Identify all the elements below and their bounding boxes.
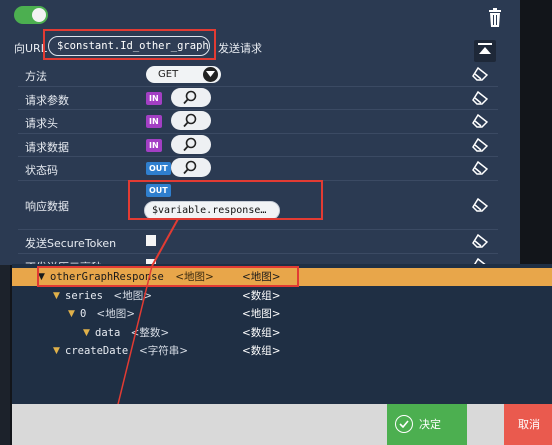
tree-node[interactable]: ▼ series <地图> <数组> xyxy=(12,287,552,305)
node-type: <地图> xyxy=(113,289,152,302)
node-value-type: <地图> xyxy=(242,308,281,320)
param-label: 请求头 xyxy=(25,117,58,131)
param-row: 请求数据 IN xyxy=(18,134,498,158)
confirm-button[interactable]: 决定 xyxy=(387,404,467,445)
enable-toggle[interactable] xyxy=(14,6,48,24)
check-icon xyxy=(395,415,413,433)
response-highlight xyxy=(128,180,323,220)
node-value-type: <数组> xyxy=(242,345,281,357)
eraser-icon[interactable] xyxy=(472,161,489,176)
chevron-down-icon xyxy=(203,67,218,82)
url-label: 向URL xyxy=(14,42,47,55)
in-tag: IN xyxy=(146,138,162,152)
param-label: 状态码 xyxy=(25,164,58,178)
confirm-label: 决定 xyxy=(419,418,441,431)
caret-down-icon[interactable]: ▼ xyxy=(68,305,75,323)
toggle-knob xyxy=(32,8,46,22)
search-button[interactable] xyxy=(171,158,211,178)
node-name: createDate xyxy=(65,345,129,357)
eraser-icon[interactable] xyxy=(472,197,489,212)
search-button[interactable] xyxy=(171,111,211,131)
eraser-icon[interactable] xyxy=(472,137,489,152)
cancel-button[interactable]: 取消 xyxy=(504,404,552,445)
tree-node[interactable]: ▼ 0 <地图> <地图> xyxy=(12,305,552,323)
node-type: <字符串> xyxy=(139,345,189,357)
param-row: 状态码 OUT xyxy=(18,157,498,181)
search-button[interactable] xyxy=(171,87,211,107)
in-tag: IN xyxy=(146,115,162,129)
caret-down-icon[interactable]: ▼ xyxy=(53,342,60,360)
caret-down-icon[interactable]: ▼ xyxy=(83,324,90,342)
node-value-type: <数组> xyxy=(242,289,281,302)
cancel-label: 取消 xyxy=(518,418,540,431)
param-row: 方法 GET xyxy=(18,63,498,87)
in-tag: IN xyxy=(146,91,162,105)
url-highlight xyxy=(43,29,216,60)
node-value-type: <数组> xyxy=(242,326,281,339)
send-request-label: 发送请求 xyxy=(218,42,262,55)
eraser-icon[interactable] xyxy=(472,90,489,105)
tree-root-highlight xyxy=(37,266,299,287)
checkbox[interactable] xyxy=(146,234,156,246)
param-row: 请求头 IN xyxy=(18,110,498,134)
eraser-icon[interactable] xyxy=(472,233,489,248)
node-name: 0 xyxy=(80,308,87,320)
param-label: 请求参数 xyxy=(25,93,69,107)
method-select[interactable]: GET xyxy=(146,66,221,83)
collapse-icon xyxy=(478,43,492,54)
param-row: 发送SecureToken xyxy=(18,230,498,254)
out-tag: OUT xyxy=(146,162,171,176)
collapse-button[interactable] xyxy=(474,40,496,62)
param-label: 请求数据 xyxy=(25,140,69,154)
method-value: GET xyxy=(158,69,179,80)
node-type: <地图> xyxy=(96,308,135,320)
node-type: <整数> xyxy=(130,326,170,339)
param-label: 方法 xyxy=(25,70,47,83)
node-name: data xyxy=(95,326,121,339)
param-rows: 方法 GET 请求参数 IN 请求头 IN 请求数据 IN 状态码 OUT 响应数据 OUT $vari… xyxy=(18,63,498,278)
search-button[interactable] xyxy=(171,134,211,154)
eraser-icon[interactable] xyxy=(472,66,489,81)
param-label: 发送SecureToken xyxy=(25,236,117,250)
node-name: series xyxy=(65,289,103,302)
tree-node[interactable]: ▼ createDate <字符串> <数组> xyxy=(12,342,552,360)
caret-down-icon[interactable]: ▼ xyxy=(53,287,60,305)
dialog-footer: 决定 取消 xyxy=(12,404,552,445)
param-row: 请求参数 IN xyxy=(18,87,498,111)
tree-node[interactable]: ▼ data <整数> <数组> xyxy=(12,324,552,342)
eraser-icon[interactable] xyxy=(472,114,489,128)
trash-icon[interactable] xyxy=(486,8,504,28)
param-label: 响应数据 xyxy=(25,199,69,213)
